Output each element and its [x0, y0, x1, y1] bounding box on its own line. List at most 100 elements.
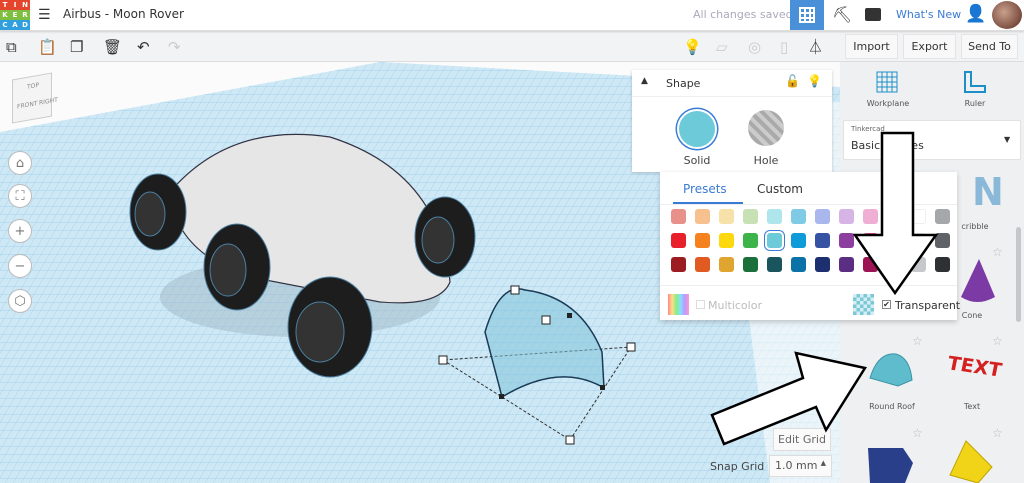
- color-swatch[interactable]: [695, 209, 710, 224]
- collapse-icon[interactable]: ▲: [641, 76, 648, 86]
- trash-icon[interactable]: 🗑: [103, 35, 122, 58]
- color-swatch[interactable]: [719, 257, 734, 272]
- color-swatch[interactable]: [743, 257, 758, 272]
- import-button[interactable]: Import: [845, 34, 898, 59]
- lightbulb-icon[interactable]: 💡: [683, 35, 702, 58]
- 3d-view-button[interactable]: [790, 0, 824, 30]
- lightbulb-icon[interactable]: 💡: [807, 74, 822, 88]
- ungroup-icon[interactable]: ◎: [748, 35, 761, 58]
- polygon-shape[interactable]: [865, 445, 915, 483]
- duplicate-icon[interactable]: ❐: [70, 35, 83, 58]
- group-icon[interactable]: ▱: [716, 35, 728, 58]
- color-swatch[interactable]: [815, 209, 830, 224]
- hole-button[interactable]: [748, 110, 784, 146]
- mirror-icon[interactable]: ⏃: [808, 35, 823, 58]
- color-swatch[interactable]: [935, 233, 950, 248]
- ruler-label[interactable]: Ruler: [935, 99, 1015, 108]
- scribble-shape[interactable]: N: [972, 172, 1004, 212]
- color-swatch[interactable]: [671, 233, 686, 248]
- avatar[interactable]: [992, 1, 1022, 29]
- transparent-label[interactable]: Transparent: [895, 299, 960, 312]
- tab-presets[interactable]: Presets: [683, 182, 727, 196]
- multicolor-checkbox[interactable]: [696, 300, 705, 309]
- paste-icon[interactable]: 📋: [38, 35, 57, 58]
- round-roof-library-shape[interactable]: [868, 350, 913, 390]
- edit-grid-button[interactable]: Edit Grid: [773, 428, 831, 451]
- snap-grid-select[interactable]: 1.0 mm ▲: [769, 455, 832, 477]
- tab-custom[interactable]: Custom: [757, 182, 803, 196]
- favorite-star-icon[interactable]: ☆: [912, 426, 923, 440]
- zoom-in-icon[interactable]: +: [8, 219, 32, 243]
- whats-new-link[interactable]: What's New: [896, 8, 961, 21]
- perspective-icon[interactable]: ⬡: [8, 289, 32, 313]
- color-swatch[interactable]: [863, 233, 878, 248]
- color-swatch[interactable]: [671, 257, 686, 272]
- home-view-icon[interactable]: ⌂: [8, 151, 32, 175]
- redo-icon[interactable]: ↷: [168, 35, 181, 58]
- hole-label[interactable]: Hole: [741, 154, 791, 167]
- color-swatch[interactable]: [935, 257, 950, 272]
- color-swatch[interactable]: [767, 209, 782, 224]
- text-label[interactable]: Text: [932, 402, 1012, 411]
- color-swatch[interactable]: [863, 257, 878, 272]
- workplane-label[interactable]: Workplane: [848, 99, 928, 108]
- color-swatch[interactable]: [887, 209, 902, 224]
- color-swatch[interactable]: [887, 257, 902, 272]
- solid-button[interactable]: [677, 109, 717, 149]
- lock-icon[interactable]: 🔓: [785, 74, 800, 88]
- color-swatch[interactable]: [791, 233, 806, 248]
- color-swatch[interactable]: [719, 209, 734, 224]
- workplane-icon[interactable]: [875, 70, 899, 94]
- fit-view-icon[interactable]: ⛶: [8, 184, 32, 208]
- solid-label[interactable]: Solid: [672, 154, 722, 167]
- copy-icon[interactable]: ⧉: [6, 35, 17, 58]
- color-swatch[interactable]: [791, 209, 806, 224]
- color-swatch[interactable]: [911, 233, 926, 248]
- color-swatch[interactable]: [911, 257, 926, 272]
- add-user-icon[interactable]: 👤: [965, 4, 986, 24]
- color-swatch[interactable]: [815, 233, 830, 248]
- color-swatch[interactable]: [719, 233, 734, 248]
- view-cube-front[interactable]: FRONT: [17, 100, 38, 111]
- color-swatch[interactable]: [695, 257, 710, 272]
- view-cube-top[interactable]: TOP: [27, 82, 39, 91]
- color-swatch[interactable]: [671, 209, 686, 224]
- ruler-icon[interactable]: [962, 70, 986, 94]
- view-cube[interactable]: TOP FRONT RIGHT: [12, 72, 58, 124]
- cone-shape[interactable]: [957, 257, 997, 307]
- color-swatch[interactable]: [743, 209, 758, 224]
- color-swatch[interactable]: [839, 233, 854, 248]
- color-swatch[interactable]: [743, 233, 758, 248]
- pyramid-shape[interactable]: [948, 437, 993, 483]
- logo-letter: E: [10, 10, 20, 20]
- design-list-icon[interactable]: ☰: [38, 7, 51, 23]
- color-swatch[interactable]: [863, 209, 878, 224]
- color-swatch[interactable]: [935, 209, 950, 224]
- pickaxe-icon[interactable]: ⛏: [832, 5, 852, 24]
- tinkercad-logo[interactable]: TINKERCAD: [0, 0, 30, 30]
- color-swatch[interactable]: [887, 233, 902, 248]
- favorite-star-icon[interactable]: ☆: [912, 334, 923, 348]
- color-swatch[interactable]: [767, 233, 782, 248]
- transparent-checkbox[interactable]: ✔: [882, 300, 891, 309]
- color-swatch[interactable]: [911, 209, 926, 224]
- zoom-out-icon[interactable]: −: [8, 254, 32, 278]
- shape-category-dropdown[interactable]: Tinkercad Basic Shapes ▼: [843, 120, 1021, 160]
- undo-icon[interactable]: ↶: [137, 35, 150, 58]
- color-swatch[interactable]: [839, 257, 854, 272]
- align-icon[interactable]: ▯: [780, 35, 788, 58]
- color-swatch[interactable]: [791, 257, 806, 272]
- favorite-star-icon[interactable]: ☆: [992, 334, 1003, 348]
- favorite-star-icon[interactable]: ☆: [992, 426, 1003, 440]
- text-shape[interactable]: TEXT: [948, 352, 1002, 382]
- export-button[interactable]: Export: [903, 34, 956, 59]
- round-roof-label[interactable]: Round Roof: [852, 402, 932, 411]
- color-swatch[interactable]: [815, 257, 830, 272]
- brick-icon[interactable]: [865, 8, 881, 21]
- color-swatch[interactable]: [695, 233, 710, 248]
- library-scrollbar[interactable]: [1016, 227, 1021, 322]
- color-swatch[interactable]: [839, 209, 854, 224]
- send-to-button[interactable]: Send To: [961, 34, 1018, 59]
- design-title[interactable]: Airbus - Moon Rover: [63, 7, 184, 21]
- color-swatch[interactable]: [767, 257, 782, 272]
